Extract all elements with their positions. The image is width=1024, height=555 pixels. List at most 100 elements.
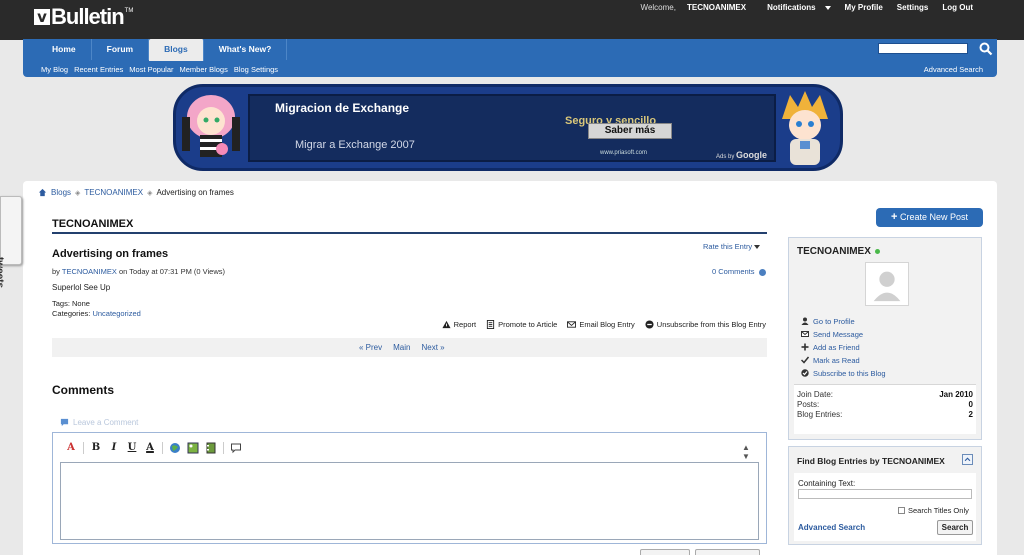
settings-link[interactable]: Settings xyxy=(890,2,936,14)
welcome-text: Welcome, TECNOANIMEX xyxy=(640,3,747,12)
subnav-blog-settings[interactable]: Blog Settings xyxy=(234,65,278,74)
checkmark-icon xyxy=(801,356,809,364)
tab-home[interactable]: Home xyxy=(37,39,92,60)
comments-heading: Comments xyxy=(52,383,115,397)
link-globe-icon[interactable] xyxy=(169,442,181,454)
editor-resize-icon[interactable]: ▲ ▼ xyxy=(742,443,750,461)
unsubscribe-button[interactable]: Unsubscribe from this Blog Entry xyxy=(645,320,766,329)
rate-entry-menu[interactable]: Rate this Entry xyxy=(703,242,761,251)
notifications-menu[interactable]: Notifications xyxy=(753,2,837,14)
subnav-most-popular[interactable]: Most Popular xyxy=(129,65,173,74)
profile-stats: Join Date: Jan 2010 Posts: 0 Blog Entries:… xyxy=(794,384,976,434)
entry-actions: Report Promote to Article Email Blog Ent… xyxy=(442,320,766,329)
subnav-member-blogs[interactable]: Member Blogs xyxy=(179,65,227,74)
profile-name: TECNOANIMEX xyxy=(797,246,880,257)
bold-button[interactable]: B xyxy=(90,442,102,454)
comment-textarea[interactable] xyxy=(60,462,759,540)
video-icon[interactable] xyxy=(205,442,217,454)
comment-form-buttons xyxy=(640,549,760,555)
ad-url: www.priasoft.com xyxy=(600,150,648,156)
sidebar-search-button[interactable]: Search xyxy=(937,520,973,535)
tab-blogs[interactable]: Blogs xyxy=(149,39,204,61)
title-divider xyxy=(52,232,767,234)
profile-links: Go to Profile Send Message Add as Friend… xyxy=(801,316,886,378)
welcome-username[interactable]: TECNOANIMEX xyxy=(687,3,746,12)
subnav-recent-entries[interactable]: Recent Entries xyxy=(74,65,123,74)
chevron-down-icon xyxy=(754,245,761,250)
create-new-post-button[interactable]: + Create New Post xyxy=(876,208,983,227)
promote-to-article-button[interactable]: Promote to Article xyxy=(486,320,557,329)
anime-boy-image xyxy=(782,91,828,165)
image-icon[interactable] xyxy=(187,442,199,454)
quote-icon[interactable] xyxy=(230,442,242,454)
italic-button[interactable]: I xyxy=(108,442,120,454)
mark-as-read-link[interactable]: Mark as Read xyxy=(801,355,886,365)
nav-tabs: Home Forum Blogs What's New? xyxy=(37,39,288,61)
email-blog-entry-button[interactable]: Email Blog Entry xyxy=(567,320,635,329)
find-entries-sidebar: Find Blog Entries by TECNOANIMEX Contain… xyxy=(788,446,982,545)
prev-link[interactable]: « Prev xyxy=(359,343,382,352)
leave-comment-label: Leave a Comment xyxy=(60,418,138,427)
post-comment-button[interactable] xyxy=(640,549,690,555)
underline-button[interactable]: U xyxy=(126,442,138,454)
subscribe-blog-link[interactable]: Subscribe to this Blog xyxy=(801,368,886,378)
entry-author-link[interactable]: TECNOANIMEX xyxy=(62,267,117,276)
logo-v: v xyxy=(34,9,50,25)
warning-icon xyxy=(442,320,451,329)
profile-sidebar: TECNOANIMEX Go to Profile Send Message A… xyxy=(788,237,982,440)
user-icon xyxy=(801,317,809,325)
home-icon[interactable] xyxy=(38,188,47,197)
toolbar-divider xyxy=(83,442,84,454)
tweets-tab[interactable]: tweets xyxy=(0,196,22,288)
logout-link[interactable]: Log Out xyxy=(935,2,980,14)
main-navbar: Home Forum Blogs What's New? My Blog Rec… xyxy=(23,39,997,77)
avatar[interactable] xyxy=(865,262,909,306)
my-profile-link[interactable]: My Profile xyxy=(838,2,890,14)
stat-posts: Posts: 0 xyxy=(797,400,973,409)
font-color-button[interactable]: A xyxy=(144,442,156,454)
next-link[interactable]: Next » xyxy=(421,343,444,352)
comments-count-link[interactable]: 0 Comments xyxy=(712,267,766,276)
vbulletin-logo[interactable]: v Bulletin TM xyxy=(34,3,133,31)
online-status-icon xyxy=(874,248,880,254)
ads-by-google[interactable]: Ads by Google xyxy=(716,150,767,160)
tab-whats-new[interactable]: What's New? xyxy=(204,39,288,60)
sidebar-advanced-search-link[interactable]: Advanced Search xyxy=(798,523,865,532)
search-input[interactable] xyxy=(878,43,968,54)
anime-girl-image xyxy=(182,95,240,157)
banner-ad[interactable]: Migracion de Exchange Seguro y sencillo … xyxy=(173,84,843,171)
entry-categories: Categories: Uncategorized xyxy=(52,309,141,318)
tab-forum[interactable]: Forum xyxy=(92,39,150,60)
breadcrumb-user[interactable]: TECNOANIMEX xyxy=(84,188,143,197)
find-form: Containing Text: Search Titles Only Adva… xyxy=(794,473,976,541)
entry-byline: by TECNOANIMEX on Today at 07:31 PM (0 V… xyxy=(52,267,226,276)
breadcrumb-separator-icon: ◈ xyxy=(147,189,153,197)
stat-blog-entries: Blog Entries: 2 xyxy=(797,410,973,419)
speech-bubble-icon xyxy=(60,418,69,427)
user-nav: Welcome, TECNOANIMEX Notifications My Pro… xyxy=(627,2,980,14)
remove-format-button[interactable]: A xyxy=(65,442,77,454)
breadcrumb-separator-icon: ◈ xyxy=(75,189,81,197)
blog-title: TECNOANIMEX xyxy=(52,218,134,230)
report-button[interactable]: Report xyxy=(442,320,476,329)
category-link[interactable]: Uncategorized xyxy=(92,309,140,318)
go-advanced-button[interactable] xyxy=(695,549,760,555)
ad-panel: Migracion de Exchange Seguro y sencillo … xyxy=(248,94,776,162)
main-link[interactable]: Main xyxy=(393,343,410,352)
containing-text-input[interactable] xyxy=(798,489,972,499)
send-message-link[interactable]: Send Message xyxy=(801,329,886,339)
search-titles-only[interactable]: Search Titles Only xyxy=(898,506,969,515)
breadcrumb-blogs[interactable]: Blogs xyxy=(51,188,71,197)
go-to-profile-link[interactable]: Go to Profile xyxy=(801,316,886,326)
titles-only-checkbox[interactable] xyxy=(898,507,905,514)
comment-editor: A B I U A ▲ ▼ xyxy=(52,432,767,544)
subnav-my-blog[interactable]: My Blog xyxy=(41,65,68,74)
toolbar-divider xyxy=(223,442,224,454)
ad-saber-mas-button[interactable]: Saber más xyxy=(588,123,672,139)
stat-join-date: Join Date: Jan 2010 xyxy=(797,390,973,399)
collapse-icon[interactable] xyxy=(962,454,973,465)
search-icon[interactable] xyxy=(978,41,994,57)
add-friend-link[interactable]: Add as Friend xyxy=(801,342,886,352)
plus-icon xyxy=(801,343,809,351)
advanced-search-link[interactable]: Advanced Search xyxy=(924,65,983,74)
